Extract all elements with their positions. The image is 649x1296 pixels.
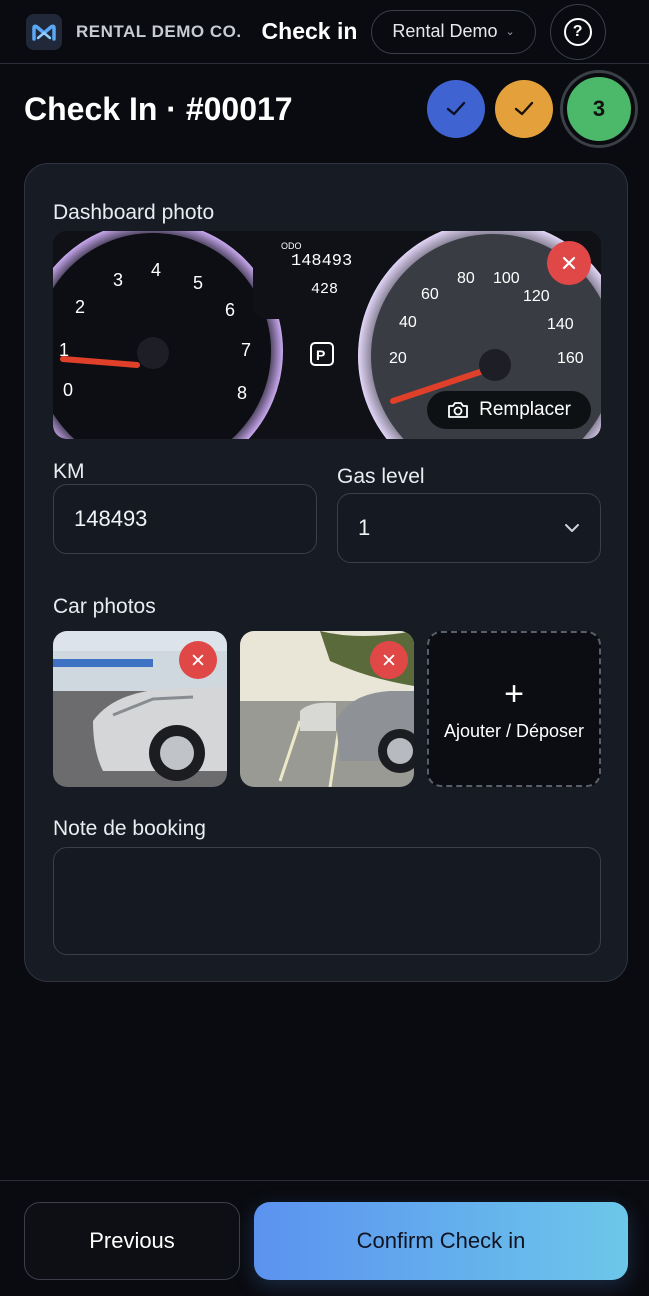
page-title: Check In · #00017 <box>24 90 293 127</box>
km-value: 148493 <box>74 506 148 531</box>
help-icon: ? <box>563 17 592 46</box>
chevron-down-icon: ⌄ <box>505 26 515 38</box>
org-select-value: Rental Demo <box>392 21 498 41</box>
confirm-check-in-button[interactable]: Confirm Check in <box>254 1202 628 1280</box>
org-select[interactable]: Rental Demo ⌄ <box>371 9 536 54</box>
close-icon <box>562 256 576 270</box>
svg-text:60: 60 <box>421 286 439 303</box>
stepper: 3 <box>427 73 635 145</box>
step-1-done[interactable] <box>427 80 485 138</box>
svg-text:80: 80 <box>457 270 475 287</box>
trip-readout: 428 <box>311 281 338 298</box>
top-bar: RENTAL DEMO CO. Check in Rental Demo ⌄ ? <box>0 0 649 64</box>
chevron-down-icon <box>565 524 579 532</box>
help-glyph: ? <box>572 22 583 40</box>
brand-name: RENTAL DEMO CO. <box>76 21 242 41</box>
confirm-label: Confirm Check in <box>356 1228 526 1253</box>
km-label: KM <box>53 460 85 483</box>
remove-car-photo-button[interactable] <box>370 641 408 679</box>
title-row: Check In · #00017 3 <box>24 73 635 145</box>
check-in-form-card: Dashboard photo 3 4 5 2 6 1 7 0 8 ODO 14… <box>24 163 628 982</box>
remove-car-photo-button[interactable] <box>179 641 217 679</box>
help-button[interactable]: ? <box>549 3 606 60</box>
step-3-label: 3 <box>592 96 606 121</box>
svg-text:5: 5 <box>193 273 203 293</box>
svg-text:140: 140 <box>547 316 574 333</box>
page-name: Check in <box>261 18 358 44</box>
remove-dashboard-photo-button[interactable] <box>547 241 591 285</box>
replace-label: Remplacer <box>479 399 571 420</box>
svg-text:6: 6 <box>225 300 235 320</box>
odo-readout: 148493 <box>291 252 352 271</box>
svg-text:0: 0 <box>63 380 73 400</box>
svg-text:40: 40 <box>399 314 417 331</box>
dashboard-photo-label: Dashboard photo <box>53 201 215 224</box>
replace-photo-button[interactable]: Remplacer <box>427 391 591 429</box>
gas-level-select[interactable]: 1 <box>337 493 601 563</box>
svg-text:7: 7 <box>241 340 251 360</box>
check-icon <box>446 101 466 116</box>
step-2-done[interactable] <box>495 80 553 138</box>
km-input[interactable]: 148493 <box>53 484 317 554</box>
svg-text:160: 160 <box>557 350 584 367</box>
plus-icon: + <box>504 674 524 713</box>
car-photos-label: Car photos <box>53 595 156 618</box>
step-3-current[interactable]: 3 <box>563 73 635 145</box>
svg-text:2: 2 <box>75 297 85 317</box>
booking-note-input[interactable] <box>53 847 601 955</box>
app-logo <box>26 13 62 50</box>
footer-bar: Previous Confirm Check in <box>0 1180 649 1296</box>
odo-label: ODO <box>281 241 302 251</box>
svg-text:4: 4 <box>151 260 161 280</box>
camera-icon <box>448 402 469 418</box>
check-icon <box>514 101 534 116</box>
svg-text:120: 120 <box>523 288 550 305</box>
previous-label: Previous <box>89 1228 175 1253</box>
booking-note-label: Note de booking <box>53 817 206 840</box>
previous-button[interactable]: Previous <box>24 1202 240 1280</box>
gas-level-label: Gas level <box>337 465 425 488</box>
gas-level-value: 1 <box>358 515 371 540</box>
dashboard-photo: 3 4 5 2 6 1 7 0 8 ODO 148493 428 P 60 80… <box>53 231 601 439</box>
svg-text:100: 100 <box>493 270 520 287</box>
svg-text:3: 3 <box>113 270 123 290</box>
close-icon <box>192 654 204 666</box>
car-photo-thumbnail[interactable] <box>240 631 414 787</box>
car-photo-thumbnail[interactable] <box>53 631 227 787</box>
logo-icon <box>32 23 56 41</box>
add-photo-dropzone[interactable]: + Ajouter / Déposer <box>427 631 601 787</box>
add-photo-label: Ajouter / Déposer <box>443 720 585 741</box>
svg-text:8: 8 <box>237 383 247 403</box>
svg-text:P: P <box>316 347 325 363</box>
close-icon <box>383 654 395 666</box>
svg-text:20: 20 <box>389 350 407 367</box>
